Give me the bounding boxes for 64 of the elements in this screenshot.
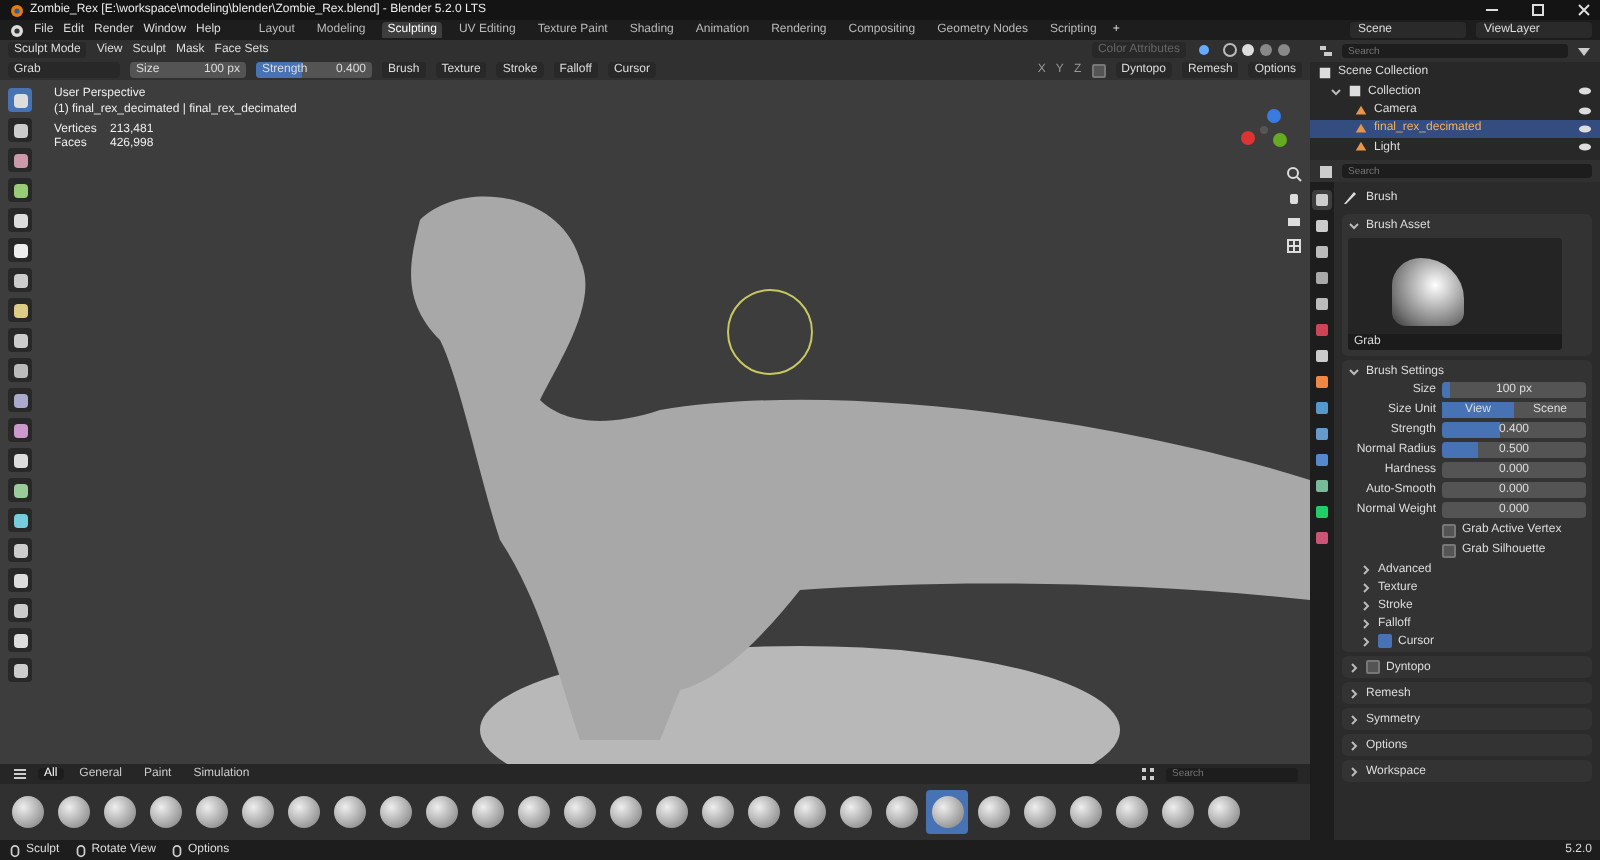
overlay-icon[interactable]	[1196, 42, 1212, 58]
sculpt-tool-button[interactable]	[8, 118, 32, 142]
chevron-icon[interactable]	[1348, 713, 1360, 725]
sculpt-tool-button[interactable]	[8, 358, 32, 382]
navigation-gizmo-drawing[interactable]	[1241, 109, 1287, 147]
sculpt-tool-button[interactable]	[8, 238, 32, 262]
zoom-icon[interactable]	[1284, 164, 1304, 184]
sculpt-tool-button[interactable]	[8, 388, 32, 412]
properties-tab[interactable]	[1312, 398, 1332, 418]
grid-icon[interactable]	[1284, 236, 1304, 256]
checkbox[interactable]	[1378, 634, 1392, 648]
chevron-icon[interactable]	[1348, 661, 1360, 673]
properties-tab[interactable]	[1312, 502, 1332, 522]
brush-cursor-circle	[727, 289, 813, 375]
properties-tab[interactable]	[1312, 190, 1332, 210]
checkbox[interactable]	[1442, 543, 1456, 557]
editor-type-icon[interactable]	[1318, 163, 1334, 179]
display-options-icon[interactable]	[1140, 766, 1156, 782]
chevron-icon[interactable]	[1330, 85, 1342, 98]
checkbox[interactable]	[1366, 660, 1380, 674]
chevron-icon[interactable]	[1348, 365, 1360, 377]
chevron-icon[interactable]	[1348, 687, 1360, 699]
properties-tab[interactable]	[1312, 450, 1332, 470]
sculpt-tool-button[interactable]	[8, 298, 32, 322]
hand-icon[interactable]	[1284, 188, 1304, 208]
collection-icon	[1348, 84, 1362, 99]
sculpt-tool-button[interactable]	[8, 508, 32, 532]
sculpt-tool-button[interactable]	[8, 628, 32, 652]
sculpt-tool-button[interactable]	[8, 208, 32, 232]
sculpt-tool-button[interactable]	[8, 148, 32, 172]
mouse-icon	[8, 843, 22, 857]
checkbox[interactable]	[1091, 63, 1106, 77]
brush-thumbnail[interactable]	[926, 790, 968, 834]
sculpt-tool-button[interactable]	[8, 418, 32, 442]
display-mode-icon[interactable]	[1318, 43, 1334, 59]
properties-tab[interactable]	[1312, 216, 1332, 236]
properties-tab[interactable]	[1312, 476, 1332, 496]
collection-icon	[1318, 65, 1332, 80]
properties-tab[interactable]	[1312, 372, 1332, 392]
brush-icon	[1342, 190, 1358, 206]
sculpt-tool-button[interactable]	[8, 178, 32, 202]
checkbox[interactable]	[1442, 523, 1456, 537]
close-icon[interactable]	[1576, 2, 1592, 18]
properties-tab[interactable]	[1312, 346, 1332, 366]
sculpt-tool-button[interactable]	[8, 448, 32, 472]
camera-icon[interactable]	[1284, 212, 1304, 232]
sculpt-tool-button[interactable]	[8, 658, 32, 682]
mouse-icon	[73, 843, 88, 857]
properties-tab[interactable]	[1312, 268, 1332, 288]
sculpt-tool-button[interactable]	[8, 568, 32, 592]
properties-tab[interactable]	[1312, 242, 1332, 262]
sculpt-tool-button[interactable]	[8, 478, 32, 502]
chevron-icon[interactable]	[1348, 739, 1360, 751]
chevron-icon[interactable]	[1348, 765, 1360, 777]
properties-tab[interactable]	[1312, 424, 1332, 444]
menu-icon[interactable]	[12, 766, 28, 782]
mouse-icon	[169, 843, 184, 857]
maximize-icon[interactable]	[1530, 2, 1546, 18]
sculpt-tool-button[interactable]	[8, 328, 32, 352]
sculpt-tool-button[interactable]	[8, 538, 32, 562]
sculpt-tool-button[interactable]	[8, 598, 32, 622]
sculpt-tool-button[interactable]	[8, 268, 32, 292]
properties-tab[interactable]	[1312, 294, 1332, 314]
chevron-icon[interactable]	[1348, 219, 1360, 231]
